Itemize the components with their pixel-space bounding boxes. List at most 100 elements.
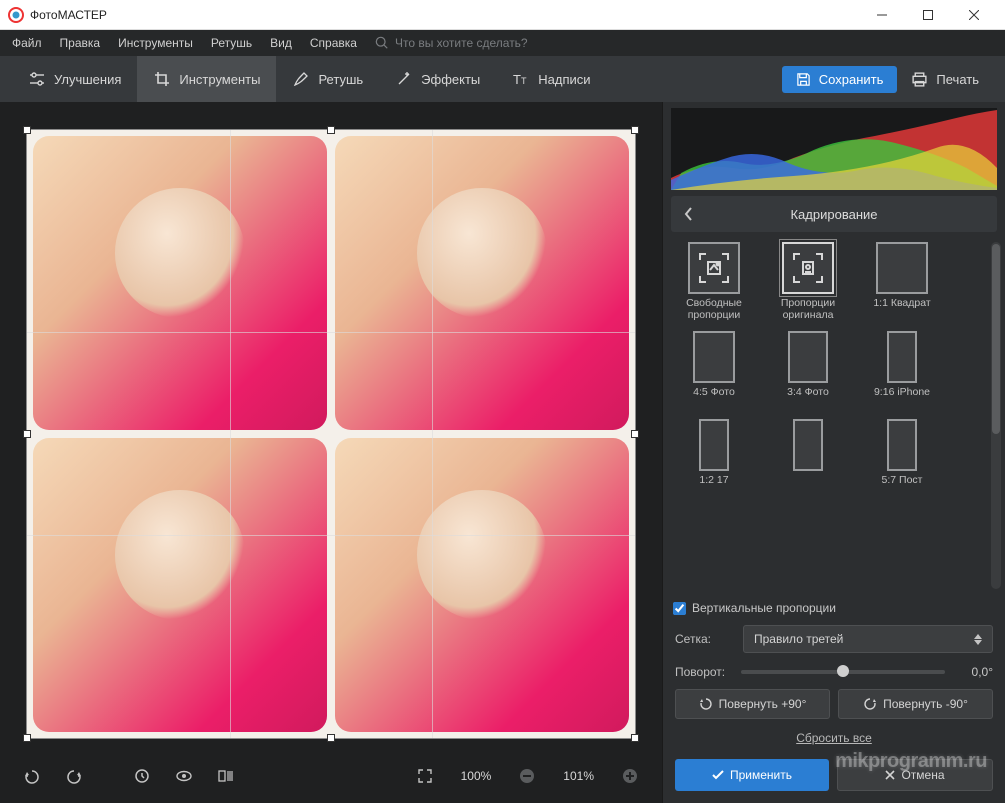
tab-effects[interactable]: Эффекты xyxy=(379,56,496,102)
crop-preset-square[interactable]: 1:1 Квадрат xyxy=(861,242,943,321)
preset-scrollbar[interactable] xyxy=(991,242,1001,589)
crop-preset-extra[interactable] xyxy=(767,419,849,497)
tab-tools-label: Инструменты xyxy=(179,72,260,87)
menu-edit[interactable]: Правка xyxy=(52,33,109,53)
tab-enhance-label: Улучшения xyxy=(54,72,121,87)
vertical-proportions-label: Вертикальные пропорции xyxy=(692,601,836,615)
tab-tools[interactable]: Инструменты xyxy=(137,56,276,102)
apply-label: Применить xyxy=(730,768,792,782)
grid-value: Правило третей xyxy=(754,632,843,646)
zoom-out-button[interactable] xyxy=(511,762,543,790)
toolbar: Улучшения Инструменты Ретушь Эффекты TT … xyxy=(0,56,1005,102)
photo-tile xyxy=(335,136,629,430)
menubar: Файл Правка Инструменты Ретушь Вид Справ… xyxy=(0,30,1005,56)
rotate-slider-row: Поворот: 0,0° xyxy=(663,659,1005,685)
preset-label: Пропорции оригинала xyxy=(767,298,849,321)
crop-handle[interactable] xyxy=(631,126,639,134)
history-button[interactable] xyxy=(126,762,158,790)
menu-file[interactable]: Файл xyxy=(4,33,50,53)
apply-button[interactable]: Применить xyxy=(675,759,829,791)
rotate-cw-icon xyxy=(699,697,713,711)
search-icon xyxy=(375,36,389,50)
svg-text:T: T xyxy=(513,72,521,87)
zoom-in-button[interactable] xyxy=(614,762,646,790)
panel-header: Кадрирование xyxy=(671,196,997,232)
brush-icon xyxy=(292,70,310,88)
print-icon xyxy=(911,71,928,88)
crop-preset-free[interactable]: Свободные пропорции xyxy=(673,242,755,321)
crop-preset-original[interactable]: Пропорции оригинала xyxy=(767,242,849,321)
print-button-label: Печать xyxy=(936,72,979,87)
canvas-area: 100% 101% xyxy=(0,102,662,803)
sliders-icon xyxy=(28,70,46,88)
preset-label: 3:4 Фото xyxy=(787,387,829,409)
crop-handle[interactable] xyxy=(631,734,639,742)
preset-label: 5:7 Пост xyxy=(882,475,923,497)
menu-search-placeholder: Что вы хотите сделать? xyxy=(395,36,528,50)
preview-toggle[interactable] xyxy=(168,762,200,790)
grid-label: Сетка: xyxy=(675,632,733,646)
maximize-button[interactable] xyxy=(905,0,951,30)
crop-preset-4-5[interactable]: 4:5 Фото xyxy=(673,331,755,409)
rotate-ccw-icon xyxy=(863,697,877,711)
menu-search[interactable]: Что вы хотите сделать? xyxy=(367,36,528,50)
tab-text[interactable]: TT Надписи xyxy=(496,56,606,102)
svg-text:T: T xyxy=(521,76,527,86)
canvas-footer: 100% 101% xyxy=(12,755,650,797)
menu-view[interactable]: Вид xyxy=(262,33,300,53)
preset-label: 9:16 iPhone xyxy=(874,387,930,409)
crop-preset-5-7[interactable]: 5:7 Пост xyxy=(861,419,943,497)
text-icon: TT xyxy=(512,70,530,88)
close-button[interactable] xyxy=(951,0,997,30)
preset-label: 1:1 Квадрат xyxy=(873,298,930,320)
crop-handle[interactable] xyxy=(327,734,335,742)
zoom-fit-label[interactable]: 100% xyxy=(451,769,502,783)
vertical-proportions-row: Вертикальные пропорции xyxy=(663,597,1005,619)
tab-effects-label: Эффекты xyxy=(421,72,480,87)
cancel-button[interactable]: Отмена xyxy=(837,759,993,791)
save-button[interactable]: Сохранить xyxy=(782,66,898,93)
vertical-proportions-checkbox[interactable] xyxy=(673,602,686,615)
minimize-button[interactable] xyxy=(859,0,905,30)
redo-button[interactable] xyxy=(58,762,90,790)
crop-handle[interactable] xyxy=(631,430,639,438)
rotate-plus-90-button[interactable]: Повернуть +90° xyxy=(675,689,830,719)
tab-text-label: Надписи xyxy=(538,72,590,87)
cancel-label: Отмена xyxy=(901,768,944,782)
panel-back-button[interactable] xyxy=(671,207,705,221)
rotate-minus-90-button[interactable]: Повернуть -90° xyxy=(838,689,993,719)
compare-button[interactable] xyxy=(210,762,242,790)
menu-tools[interactable]: Инструменты xyxy=(110,33,201,53)
crop-handle[interactable] xyxy=(23,126,31,134)
photo-tile xyxy=(33,136,327,430)
save-button-label: Сохранить xyxy=(819,72,884,87)
dropdown-arrows-icon xyxy=(974,634,982,645)
rotate-plus-90-label: Повернуть +90° xyxy=(719,697,807,711)
rotate-slider[interactable] xyxy=(741,670,945,674)
crop-handle[interactable] xyxy=(23,734,31,742)
tab-retouch[interactable]: Ретушь xyxy=(276,56,379,102)
tab-enhance[interactable]: Улучшения xyxy=(12,56,137,102)
tab-retouch-label: Ретушь xyxy=(318,72,363,87)
zoom-current-label[interactable]: 101% xyxy=(553,769,604,783)
reset-all-link[interactable]: Сбросить все xyxy=(663,723,1005,753)
undo-button[interactable] xyxy=(16,762,48,790)
preset-label: Свободные пропорции xyxy=(673,298,755,321)
crop-preset-9-16[interactable]: 9:16 iPhone xyxy=(861,331,943,409)
window-title: ФотоМАСТЕР xyxy=(30,8,859,22)
rotate-label: Поворот: xyxy=(675,665,733,679)
canvas[interactable] xyxy=(26,129,636,739)
fit-screen-button[interactable] xyxy=(409,762,441,790)
crop-preset-3-4[interactable]: 3:4 Фото xyxy=(767,331,849,409)
slider-knob[interactable] xyxy=(837,665,849,677)
crop-preset-1-2[interactable]: 1:2 17 xyxy=(673,419,755,497)
crop-handle[interactable] xyxy=(23,430,31,438)
grid-dropdown[interactable]: Правило третей xyxy=(743,625,993,653)
panel-title: Кадрирование xyxy=(705,207,997,222)
menu-retouch[interactable]: Ретушь xyxy=(203,33,260,53)
menu-help[interactable]: Справка xyxy=(302,33,365,53)
print-button[interactable]: Печать xyxy=(897,71,993,88)
rotate-value: 0,0° xyxy=(953,665,993,679)
grid-row: Сетка: Правило третей xyxy=(663,619,1005,659)
crop-handle[interactable] xyxy=(327,126,335,134)
